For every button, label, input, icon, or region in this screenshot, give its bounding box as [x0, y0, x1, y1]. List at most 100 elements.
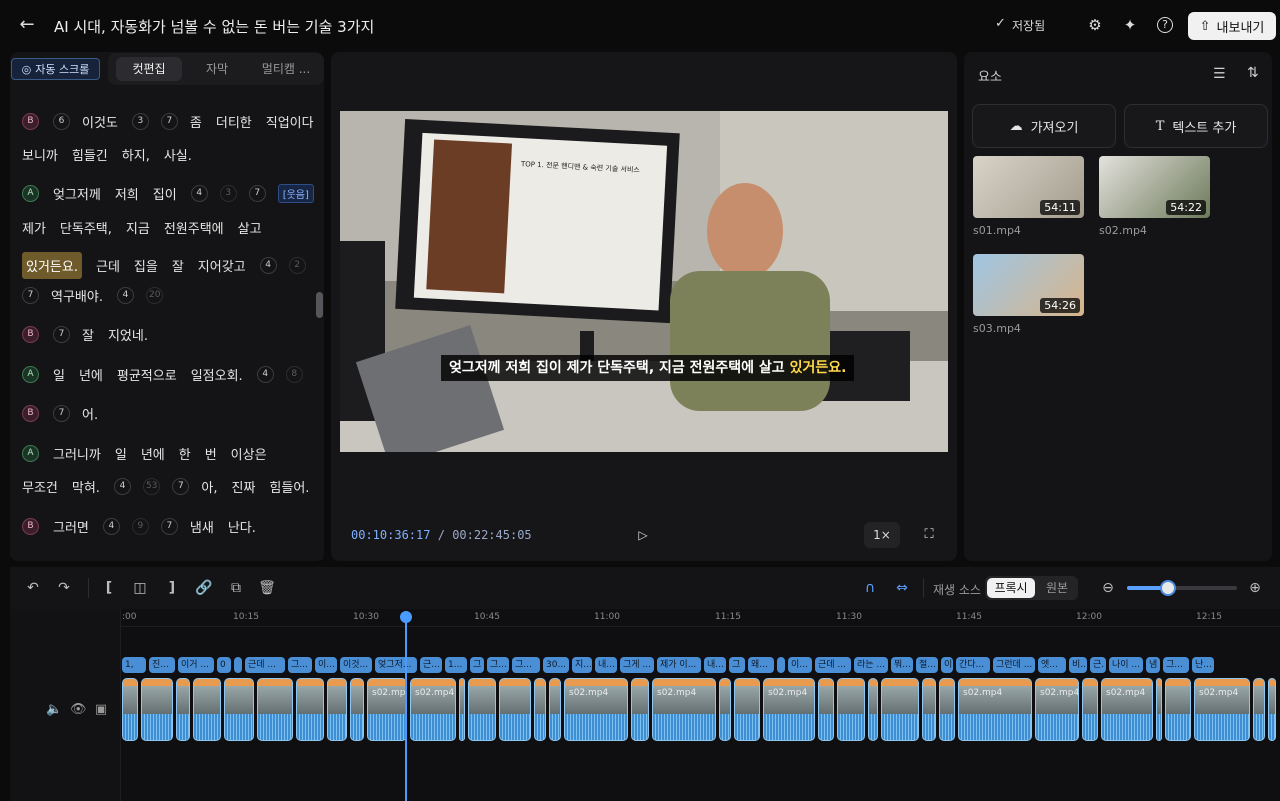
video-clip[interactable] — [1253, 678, 1265, 741]
pause-marker[interactable]: 7 — [53, 405, 70, 422]
transcript-word[interactable]: 단독주택, — [60, 218, 112, 237]
transcript-word[interactable]: 집을 — [134, 256, 158, 275]
subtitle-segment[interactable]: 근... — [420, 657, 442, 673]
video-clip[interactable] — [176, 678, 190, 741]
transcript-word[interactable]: 무조건 — [22, 477, 58, 496]
speaker-badge[interactable]: A — [22, 366, 39, 383]
subtitle-segment[interactable]: 왜... — [748, 657, 774, 673]
subtitle-segment[interactable]: 그 — [470, 657, 484, 673]
subtitle-segment[interactable]: 절... — [916, 657, 938, 673]
laugh-tag[interactable]: [웃음] — [277, 184, 314, 203]
subtitle-segment[interactable]: 그게 ... — [620, 657, 654, 673]
video-clip[interactable] — [549, 678, 561, 741]
subtitle-segment[interactable]: 제가 이... — [657, 657, 701, 673]
video-clip[interactable] — [122, 678, 138, 741]
subtitle-segment[interactable]: 지... — [572, 657, 592, 673]
subtitle-segment[interactable]: 1... — [445, 657, 467, 673]
pause-marker[interactable]: 6 — [53, 113, 70, 130]
link-icon[interactable]: 🔗 — [195, 579, 213, 597]
transcript-word[interactable]: 이상은 — [231, 444, 267, 463]
transcript-word[interactable]: 역구배야. — [51, 286, 103, 305]
pause-marker[interactable]: 53 — [142, 478, 161, 495]
video-clip[interactable] — [193, 678, 221, 741]
transcript-word[interactable]: 저희 — [115, 184, 139, 203]
subtitle-segment[interactable]: 냄 — [1146, 657, 1160, 673]
transcript-word[interactable]: 지어갖고 — [198, 256, 246, 275]
video-clip[interactable] — [881, 678, 919, 741]
subtitle-segment[interactable]: 내... — [595, 657, 617, 673]
subtitle-segment[interactable]: 이... — [315, 657, 337, 673]
video-clip[interactable]: s02.mp4 — [763, 678, 815, 741]
copy-icon[interactable]: ⧉ — [227, 579, 245, 597]
subtitle-segment[interactable]: 그... — [487, 657, 509, 673]
transcript-word[interactable]: 한 — [179, 444, 191, 463]
video-clip[interactable] — [1082, 678, 1098, 741]
transcript-word[interactable]: 사실. — [164, 145, 192, 164]
playhead[interactable] — [405, 611, 407, 801]
zoom-in-icon[interactable]: ⊕ — [1246, 579, 1264, 597]
video-clip[interactable]: s02.mp4 — [958, 678, 1032, 741]
sparkle-icon[interactable]: ✦ — [1121, 16, 1139, 34]
help-icon[interactable]: ? — [1157, 17, 1173, 33]
pause-marker[interactable]: 2 — [288, 257, 306, 274]
video-clip[interactable] — [837, 678, 865, 741]
speaker-badge[interactable]: A — [22, 185, 39, 202]
video-clip[interactable]: s02.mp4 — [410, 678, 456, 741]
transcript-word[interactable]: 일점오회. — [191, 365, 243, 384]
pause-marker[interactable]: 4 — [190, 185, 208, 202]
zoom-out-icon[interactable]: ⊖ — [1099, 579, 1117, 597]
transcript-word[interactable]: 있거든요. — [22, 252, 82, 279]
pause-marker[interactable]: 9 — [131, 518, 149, 535]
transcript-word[interactable]: 아, — [201, 477, 217, 496]
video-clip[interactable] — [1165, 678, 1191, 741]
tab-cut-edit[interactable]: 컷편집 — [116, 57, 182, 81]
subtitle-segment[interactable]: 그... — [288, 657, 312, 673]
subtitle-segment[interactable]: 내... — [704, 657, 726, 673]
scrollbar-thumb[interactable] — [316, 292, 323, 318]
pause-marker[interactable]: 7 — [160, 518, 178, 535]
video-clip[interactable]: s02.mp4 — [652, 678, 716, 741]
pause-marker[interactable]: 4 — [256, 366, 274, 383]
original-option[interactable]: 원본 — [1037, 578, 1077, 598]
transcript-word[interactable]: 힘들긴 — [72, 145, 108, 164]
media-thumbnail[interactable]: 54:22 — [1099, 156, 1210, 218]
video-clip[interactable]: s02.mp4 — [1101, 678, 1153, 741]
video-clip[interactable] — [631, 678, 649, 741]
subtitle-segment[interactable]: 그 — [729, 657, 745, 673]
pause-marker[interactable]: 3 — [219, 185, 237, 202]
transcript-word[interactable]: 막혀. — [72, 477, 100, 496]
subtitle-segment[interactable]: 비... — [1069, 657, 1087, 673]
transcript-word[interactable]: 번 — [205, 444, 217, 463]
list-view-icon[interactable]: ☰ — [1213, 66, 1226, 82]
subtitle-segment[interactable]: 나이 ... — [1109, 657, 1143, 673]
proxy-option[interactable]: 프록시 — [987, 578, 1035, 598]
pause-marker[interactable]: 3 — [131, 113, 149, 130]
transcript-word[interactable]: 직업이다 — [266, 112, 314, 131]
speaker-badge[interactable]: B — [22, 326, 39, 343]
video-clip[interactable] — [459, 678, 465, 741]
playback-speed-button[interactable]: 1× — [864, 522, 900, 548]
transcript-word[interactable]: 잘 — [172, 256, 184, 275]
gear-icon[interactable]: ⚙ — [1086, 16, 1104, 34]
video-clip[interactable] — [1268, 678, 1276, 741]
transcript-word[interactable]: 년에 — [141, 444, 165, 463]
fit-width-icon[interactable]: ⇔ — [893, 579, 911, 597]
subtitle-segment[interactable]: 근. — [1090, 657, 1106, 673]
subtitle-segment[interactable]: 간다... — [956, 657, 990, 673]
playhead-handle[interactable] — [400, 611, 412, 623]
video-clip[interactable] — [534, 678, 546, 741]
zoom-slider-handle[interactable] — [1160, 580, 1176, 596]
transcript-word[interactable]: 이것도 — [82, 112, 118, 131]
transcript-word[interactable]: 지었네. — [108, 325, 148, 344]
transcript-word[interactable]: 잘 — [82, 325, 94, 344]
magnet-icon[interactable]: ∩ — [861, 579, 879, 597]
pause-marker[interactable]: 20 — [145, 287, 164, 304]
split-icon[interactable]: ◫ — [131, 579, 149, 597]
add-text-button[interactable]: T 텍스트 추가 — [1124, 104, 1268, 148]
subtitle-segment[interactable]: 그런데 ... — [993, 657, 1035, 673]
subtitle-segment[interactable]: 1, — [122, 657, 146, 673]
pause-marker[interactable]: 4 — [113, 478, 131, 495]
transcript-word[interactable]: 근데 — [96, 256, 120, 275]
transcript-word[interactable]: 하지, — [122, 145, 150, 164]
video-clip[interactable] — [922, 678, 936, 741]
